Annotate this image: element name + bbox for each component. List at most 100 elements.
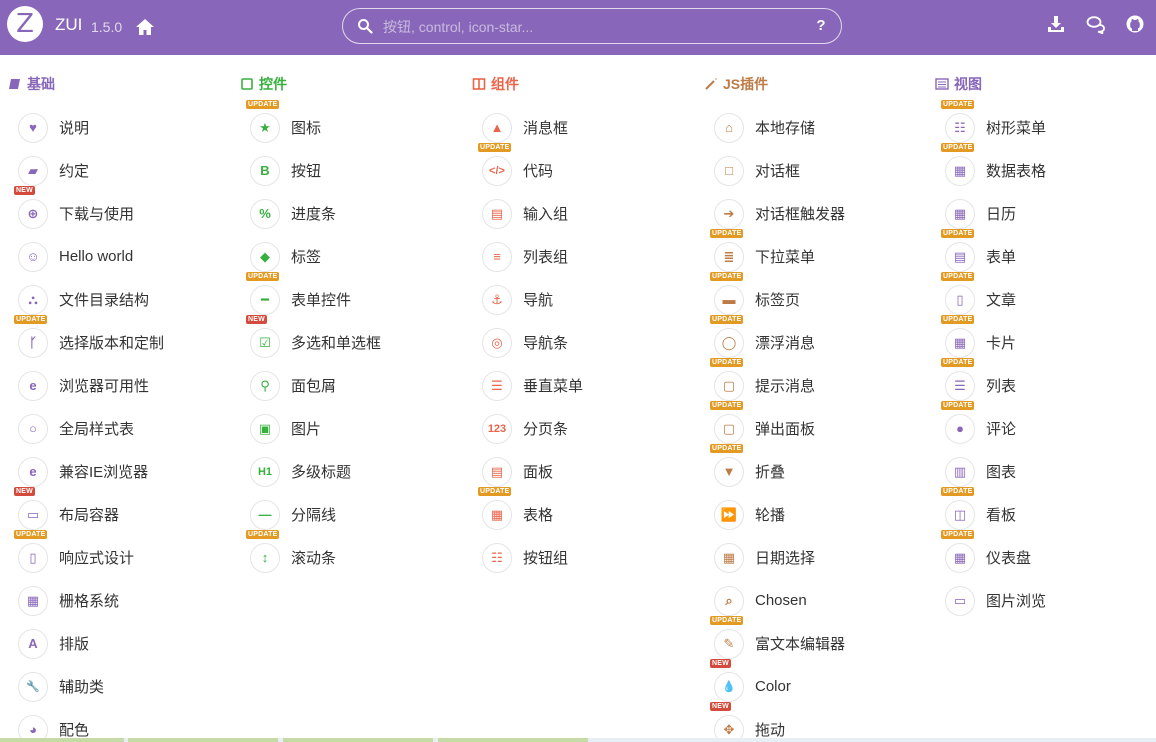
item-label: 导航 xyxy=(523,292,554,309)
item-label: 列表组 xyxy=(523,249,569,266)
list-item[interactable]: ▦ UPDATE 仪表盘 xyxy=(941,530,1046,579)
tag-icon: ◆ xyxy=(250,241,280,272)
hdd-icon: ⌂ xyxy=(714,112,744,143)
list-item[interactable]: B 按钮 xyxy=(250,149,381,192)
tint-icon: 💧 xyxy=(714,671,744,702)
item-label: 标签 xyxy=(291,249,322,266)
item-label: 分页条 xyxy=(523,421,569,438)
list-item[interactable]: ★ UPDATE 图标 xyxy=(246,100,381,149)
list-item[interactable]: ⊕ NEW 下载与使用 xyxy=(14,186,164,235)
resize-v-icon: ↕ xyxy=(250,542,280,573)
list-item[interactable]: ☰ 垂直菜单 xyxy=(482,364,583,407)
list-item[interactable]: ⏩ 轮播 xyxy=(714,493,845,536)
calendar-icon: ▦ xyxy=(945,198,975,229)
item-label: 折叠 xyxy=(755,464,786,481)
list-item[interactable]: ᚴ UPDATE 选择版本和定制 xyxy=(14,315,164,364)
list-item[interactable]: ◕ 配色 xyxy=(18,708,164,742)
square-o-icon xyxy=(241,78,253,90)
brand-name[interactable]: ZUI xyxy=(55,15,82,35)
list-item[interactable]: ⚲ 面包屑 xyxy=(250,364,381,407)
list-item[interactable]: ⚓ 导航 xyxy=(482,278,583,321)
item-label: 响应式设计 xyxy=(59,550,135,567)
update-badge: UPDATE xyxy=(941,143,975,152)
list-item[interactable]: ▤ 输入组 xyxy=(482,192,583,235)
list-item[interactable]: ☺ Hello world xyxy=(18,235,164,278)
item-list: ♥ 说明 ▰ 约定 ⊕ NEW 下载与使用 ☺ Hello world ⛬ 文件目录结构 ᚴ UPDAT… xyxy=(14,106,164,742)
list-item[interactable]: 🔧 辅助类 xyxy=(18,665,164,708)
list-item[interactable]: ▼ UPDATE 折叠 xyxy=(710,444,845,493)
columns-icon xyxy=(472,78,486,90)
comments-icon[interactable] xyxy=(1086,14,1106,34)
item-label: 说明 xyxy=(59,120,90,137)
new-badge: NEW xyxy=(710,702,731,711)
th-icon: ▦ xyxy=(18,585,48,616)
list-item[interactable]: ▦ 日期选择 xyxy=(714,536,845,579)
column-header: 组件 xyxy=(472,72,704,96)
list-item[interactable]: ▦ 栅格系统 xyxy=(18,579,164,622)
update-badge: UPDATE xyxy=(710,444,744,453)
list-item[interactable]: ▦ UPDATE 数据表格 xyxy=(941,143,1047,192)
chat-icon: ▢ xyxy=(714,370,744,401)
table-icon: ▦ xyxy=(482,499,512,530)
list-item[interactable]: □ 对话框 xyxy=(714,149,845,192)
search-input[interactable] xyxy=(383,16,803,38)
list-item[interactable]: ≡ 列表组 xyxy=(482,235,583,278)
list-item[interactable]: ▰ 约定 xyxy=(18,149,164,192)
list-item[interactable]: ↕ UPDATE 滚动条 xyxy=(246,530,381,579)
compass-icon: ◎ xyxy=(482,327,512,358)
list-item[interactable]: ▭ 图片浏览 xyxy=(945,579,1046,622)
item-label: 消息框 xyxy=(523,120,569,137)
item-label: 弹出面板 xyxy=(755,421,816,438)
item-label: 列表 xyxy=(986,378,1017,395)
file-text-icon: ▯ xyxy=(945,284,975,315)
download-icon[interactable] xyxy=(1046,14,1066,34)
list-item[interactable]: ○ 全局样式表 xyxy=(18,407,164,450)
update-badge: UPDATE xyxy=(710,272,744,281)
list-item[interactable]: ▣ 图片 xyxy=(250,407,381,450)
item-label: Hello world xyxy=(59,248,134,265)
percent-icon: % xyxy=(250,198,280,229)
item-label: 漂浮消息 xyxy=(755,335,816,352)
item-list: ⌂ 本地存储 □ 对话框 ➔ 对话框触发器 ≣ UPDATE 下拉菜单 ▬ UPDATE 标签页 ◯ UP… xyxy=(710,106,846,742)
comment-o-icon: ◯ xyxy=(714,327,744,358)
list-item[interactable]: % 进度条 xyxy=(250,192,381,235)
list-item[interactable]: ☑ NEW 多选和单选框 xyxy=(246,315,382,364)
item-label: 多选和单选框 xyxy=(291,335,382,352)
list-item[interactable]: e 浏览器可用性 xyxy=(18,364,164,407)
github-icon[interactable] xyxy=(1125,14,1145,34)
map-marker-icon: ⚲ xyxy=(250,370,280,401)
list-item[interactable]: ✎ UPDATE 富文本编辑器 xyxy=(710,616,845,665)
item-label: 对话框触发器 xyxy=(755,206,846,223)
update-badge: UPDATE xyxy=(941,401,975,410)
list-item[interactable]: e 兼容IE浏览器 xyxy=(18,450,164,493)
list-item[interactable]: ● UPDATE 评论 xyxy=(941,401,1046,450)
list-item[interactable]: ━ UPDATE 表单控件 xyxy=(246,272,381,321)
list-item[interactable]: ▦ UPDATE 表格 xyxy=(478,487,583,536)
list-item[interactable]: ⌂ 本地存储 xyxy=(714,106,845,149)
list-item[interactable]: ♥ 说明 xyxy=(18,106,164,149)
bold-icon: B xyxy=(250,155,280,186)
list-item[interactable]: ◎ 导航条 xyxy=(482,321,583,364)
home-icon[interactable] xyxy=(135,17,155,37)
update-badge: UPDATE xyxy=(14,315,48,324)
list-item[interactable]: ☷ 按钮组 xyxy=(482,536,583,579)
search-box[interactable]: ? xyxy=(342,8,842,44)
update-badge: UPDATE xyxy=(246,272,280,281)
item-label: 按钮 xyxy=(291,163,322,180)
heart-icon: ♥ xyxy=(18,112,48,143)
search-icon: ⌕ xyxy=(714,585,744,616)
list-item[interactable]: A 排版 xyxy=(18,622,164,665)
list-item[interactable]: H1 多级标题 xyxy=(250,450,381,493)
list-item[interactable]: ✥ NEW 拖动 xyxy=(710,702,845,742)
list-icon: ≡ xyxy=(482,241,512,272)
bars-icon: ≣ xyxy=(714,241,744,272)
list-item[interactable]: 💧 NEW Color xyxy=(710,659,845,708)
list-ul-icon: ☰ xyxy=(482,370,512,401)
zui-logo[interactable]: Z xyxy=(7,6,43,42)
item-label: 数据表格 xyxy=(986,163,1047,180)
list-item[interactable]: </> UPDATE 代码 xyxy=(478,143,583,192)
item-label: 排版 xyxy=(59,636,90,653)
list-item[interactable]: ▯ UPDATE 响应式设计 xyxy=(14,530,164,579)
help-icon[interactable]: ? xyxy=(813,18,829,34)
list-item[interactable]: 123 分页条 xyxy=(482,407,583,450)
